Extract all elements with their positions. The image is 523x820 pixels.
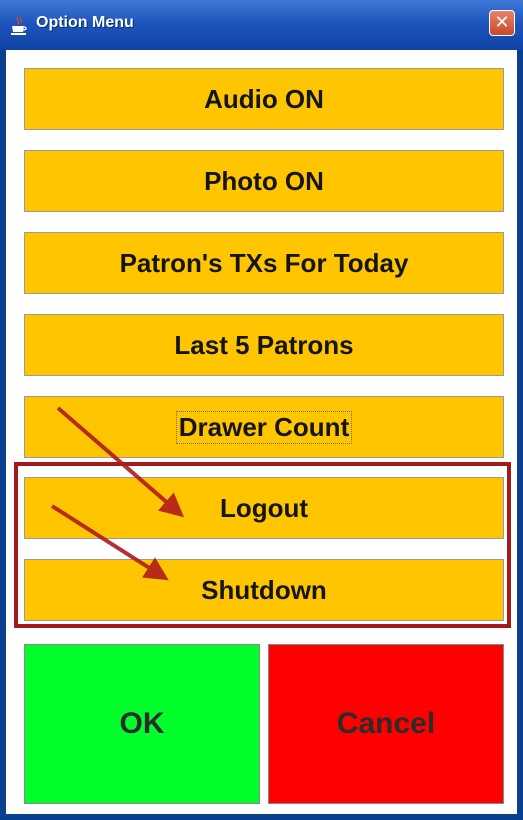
button-label: Drawer Count [175,410,353,444]
button-label: Last 5 Patrons [174,329,354,360]
photo-toggle-button[interactable]: Photo ON [24,150,504,212]
title-bar[interactable]: Option Menu ✕ [0,0,523,50]
close-button[interactable]: ✕ [489,10,515,36]
java-cup-icon [11,16,27,35]
ok-label: OK [119,707,165,740]
annotation-highlight-box [14,462,511,628]
patron-txs-today-button[interactable]: Patron's TXs For Today [24,232,504,294]
ok-button[interactable]: OK [24,644,260,804]
button-label: Photo ON [204,165,324,196]
audio-toggle-button[interactable]: Audio ON [24,68,504,130]
cancel-button[interactable]: Cancel [268,644,504,804]
cancel-label: Cancel [336,707,436,740]
window-title: Option Menu [36,14,134,31]
button-label: Audio ON [204,83,324,114]
last-5-patrons-button[interactable]: Last 5 Patrons [24,314,504,376]
close-icon[interactable]: ✕ [490,11,514,35]
button-label: Patron's TXs For Today [119,247,409,278]
drawer-count-button[interactable]: Drawer Count [24,396,504,458]
